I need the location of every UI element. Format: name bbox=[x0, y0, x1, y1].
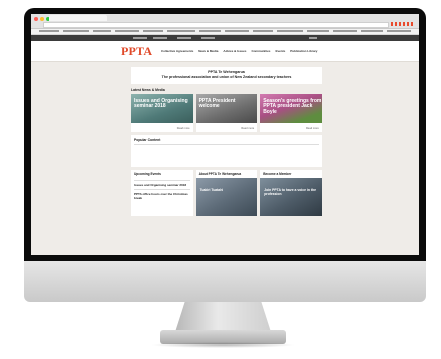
stand-shadow bbox=[150, 342, 296, 348]
nav-item-events[interactable]: Events bbox=[275, 49, 285, 53]
events-title: Upcoming Events bbox=[134, 172, 161, 176]
read-more-link[interactable]: Read more bbox=[177, 127, 190, 130]
news-image[interactable]: Season's greetings from PPTA president J… bbox=[260, 94, 322, 123]
browser-tab[interactable] bbox=[49, 15, 107, 21]
read-more-link[interactable]: Read more bbox=[241, 127, 254, 130]
tagline-line2: The professional association and union o… bbox=[161, 75, 292, 79]
divider bbox=[134, 180, 190, 181]
url-bar[interactable] bbox=[43, 22, 389, 28]
close-dot[interactable] bbox=[34, 17, 38, 21]
become-member: Become a Member Join PPTA to have a voic… bbox=[260, 170, 322, 216]
ppta-logo[interactable]: PPTA bbox=[121, 44, 152, 59]
read-more-link[interactable]: Read more bbox=[306, 127, 319, 130]
bottom-columns: Upcoming Events Issues and Organising se… bbox=[131, 170, 322, 216]
divider bbox=[134, 189, 190, 190]
main-nav[interactable]: Collective Agreements News & Media Advic… bbox=[161, 49, 317, 53]
monitor-chin bbox=[24, 261, 426, 302]
news-image[interactable]: PPTA President welcome bbox=[195, 94, 258, 123]
member-caption[interactable]: Join PPTA to have a voice in the profess… bbox=[264, 188, 322, 196]
news-headline[interactable]: Issues and Organising seminar 2018 bbox=[134, 98, 193, 110]
member-title: Become a Member bbox=[263, 172, 292, 176]
about-caption[interactable]: Tuakiri Tuatahi bbox=[200, 188, 224, 192]
member-image[interactable]: Join PPTA to have a voice in the profess… bbox=[260, 178, 322, 216]
news-card[interactable]: Season's greetings from PPTA president J… bbox=[260, 94, 322, 132]
upcoming-events: Upcoming Events Issues and Organising se… bbox=[131, 170, 193, 216]
about-image[interactable]: Tuakiri Tuatahi bbox=[195, 178, 258, 216]
event-item[interactable]: PPTA office hours over the Christmas bre… bbox=[131, 192, 193, 200]
divider bbox=[134, 144, 319, 145]
extension-icons[interactable] bbox=[391, 22, 415, 26]
about-title: About PPTA Te Wehengarua bbox=[198, 172, 242, 176]
news-cards: Issues and Organising seminar 2018 Read … bbox=[131, 94, 322, 132]
news-section-title: Latest News & Media bbox=[131, 88, 165, 92]
about-ppta: About PPTA Te Wehengarua Tuakiri Tuatahi bbox=[195, 170, 258, 216]
imac-monitor: PPTA Collective Agreements News & Media … bbox=[0, 0, 441, 359]
news-card[interactable]: Issues and Organising seminar 2018 Read … bbox=[131, 94, 193, 132]
minimize-dot[interactable] bbox=[40, 17, 44, 21]
window-controls[interactable] bbox=[34, 17, 50, 21]
nav-item-news-media[interactable]: News & Media bbox=[198, 49, 218, 53]
news-headline[interactable]: PPTA President welcome bbox=[199, 98, 258, 110]
news-image[interactable]: Issues and Organising seminar 2018 bbox=[131, 94, 193, 123]
event-item[interactable]: Issues and Organising seminar 2018 bbox=[131, 183, 193, 187]
browser-chrome bbox=[31, 14, 419, 29]
tagline-box: PPTA Te Wehengarua The professional asso… bbox=[131, 67, 322, 84]
nav-item-publication-library[interactable]: Publication Library bbox=[290, 49, 317, 53]
screen: PPTA Collective Agreements News & Media … bbox=[31, 14, 419, 255]
news-card[interactable]: PPTA President welcome Read more bbox=[195, 94, 258, 132]
site-header: PPTA Collective Agreements News & Media … bbox=[31, 41, 419, 62]
popular-title: Popular Content bbox=[134, 138, 161, 142]
news-headline[interactable]: Season's greetings from PPTA president J… bbox=[263, 98, 322, 115]
page-content: PPTA Te Wehengarua The professional asso… bbox=[131, 67, 322, 216]
nav-item-advice-issues[interactable]: Advice & Issues bbox=[223, 49, 246, 53]
popular-content: Popular Content bbox=[131, 135, 322, 167]
nav-item-communities[interactable]: Communities bbox=[251, 49, 270, 53]
nav-item-collective-agreements[interactable]: Collective Agreements bbox=[161, 49, 193, 53]
monitor-stand-neck bbox=[175, 302, 271, 332]
